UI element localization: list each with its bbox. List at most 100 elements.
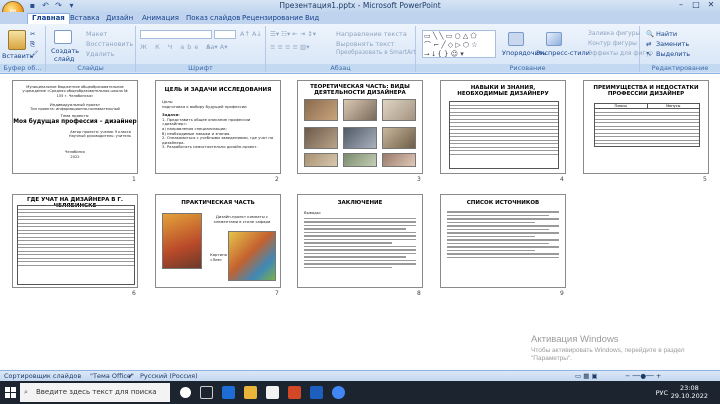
- copy-icon[interactable]: ⎘: [30, 40, 35, 49]
- slide-3-photo-9: [382, 153, 416, 167]
- cortana-icon[interactable]: [180, 387, 191, 398]
- text-direction-button[interactable]: Направление текста: [336, 30, 407, 38]
- search-icon: ⌕: [24, 388, 28, 396]
- slide-8[interactable]: ЗАКЛЮЧЕНИЕ Выводы:: [297, 194, 423, 288]
- slide-number-4: 4: [560, 176, 564, 183]
- arrange-icon[interactable]: [508, 32, 524, 46]
- new-slide-icon[interactable]: [54, 30, 72, 44]
- spellcheck-icon[interactable]: ✔: [128, 372, 133, 380]
- align-text-button[interactable]: Выровнять текст: [336, 40, 394, 48]
- slide-3[interactable]: ТЕОРЕТИЧЕСКАЯ ЧАСТЬ: ВИДЫ ДЕЯТЕЛЬНОСТИ Д…: [297, 80, 423, 174]
- new-slide-button[interactable]: Создать: [51, 47, 79, 55]
- slide-4-table: [449, 101, 559, 169]
- taskbar-clock[interactable]: 23:08 29.10.2022: [671, 384, 708, 400]
- slide-7-caption-1: Дизайн-проект комнаты с элементами в сти…: [213, 214, 271, 224]
- format-painter-icon[interactable]: 🖌: [30, 50, 38, 58]
- group-paragraph: ☰▾ ☷▾ ⇤ ⇥ ↕▾ ≡ ≡ ≡ ≡ ▥▾ Направление текс…: [266, 26, 416, 72]
- paste-button[interactable]: Вставить: [2, 52, 33, 60]
- slide-6[interactable]: ГДЕ УЧАТ НА ДИЗАЙНЕРА В Г. ЧЕЛЯБИНСКЕ: [12, 194, 138, 288]
- font-name-combo[interactable]: [140, 30, 212, 39]
- zoom-slider[interactable]: − ──●── +: [625, 372, 661, 380]
- slide-3-photo-6: [382, 127, 416, 149]
- slide-8-title: ЗАКЛЮЧЕНИЕ: [337, 200, 383, 206]
- quick-styles-icon[interactable]: [546, 32, 562, 46]
- chrome-icon[interactable]: [332, 386, 345, 399]
- font-style-buttons[interactable]: Ж К Ч abe S: [140, 43, 214, 51]
- font-size-combo[interactable]: [214, 30, 236, 39]
- slide-1-topic: Моя будущая профессия – дизайнер: [13, 118, 137, 125]
- find-icon[interactable]: 🔍: [646, 30, 654, 38]
- ribbon-tabs: Главная Вставка Дизайн Анимация Показ сл…: [0, 12, 720, 24]
- slide-5-table: Плюсы Минусы: [594, 103, 700, 147]
- word-icon[interactable]: [310, 386, 323, 399]
- task-view-icon[interactable]: [200, 386, 213, 399]
- taskbar-search[interactable]: ⌕ Введите здесь текст для поиска: [20, 383, 170, 402]
- slide-2[interactable]: ЦЕЛЬ И ЗАДАЧИ ИССЛЕДОВАНИЯ Цель: подгото…: [155, 80, 281, 174]
- clock-time: 23:08: [680, 384, 699, 392]
- slide-7[interactable]: ПРАКТИЧЕСКАЯ ЧАСТЬ Дизайн-проект комнаты…: [155, 194, 281, 288]
- minimize-icon[interactable]: –: [674, 0, 688, 10]
- input-language[interactable]: РУС: [656, 389, 668, 397]
- shape-fill-button[interactable]: Заливка фигуры: [588, 30, 640, 37]
- editing-label: Редактирование: [640, 64, 720, 72]
- slide-1[interactable]: Муниципальное бюджетное общеобразователь…: [12, 80, 138, 174]
- smartart-button[interactable]: Преобразовать в SmartArt: [336, 50, 416, 56]
- quick-styles-button[interactable]: Экспресс-стили: [536, 49, 590, 57]
- status-bar: Сортировщик слайдов "Тема Office" ✔ Русс…: [0, 370, 720, 381]
- group-editing: 🔍 Найти ⇄ Заменить ↖ Выделить Редактиров…: [640, 26, 720, 72]
- slide-8-conclusions: Выводы:: [304, 210, 322, 215]
- delete-button[interactable]: Удалить: [86, 50, 114, 58]
- slide-4[interactable]: НАВЫКИ И ЗНАНИЯ, НЕОБХОДИМЫЕ ДИЗАЙНЕРУ: [440, 80, 566, 174]
- activation-watermark-title: Активация Windows: [531, 334, 619, 345]
- reset-button[interactable]: Восстановить: [86, 40, 133, 48]
- tab-design[interactable]: Дизайн: [106, 14, 133, 22]
- slide-number-1: 1: [132, 176, 136, 183]
- view-buttons[interactable]: ▭ ▦ ▣: [575, 372, 598, 380]
- edge-icon[interactable]: [222, 386, 235, 399]
- slide-3-photo-4: [304, 127, 338, 149]
- paragraph-label: Абзац: [266, 64, 415, 72]
- replace-button[interactable]: Заменить: [656, 40, 689, 48]
- find-button[interactable]: Найти: [656, 30, 677, 38]
- tab-slideshow[interactable]: Показ слайдов: [186, 14, 240, 22]
- slide-sorter: Муниципальное бюджетное общеобразователь…: [0, 74, 720, 370]
- slide-2-line-2: подготовка к выбору будущей профессии: [162, 103, 247, 109]
- maximize-icon[interactable]: □: [689, 0, 703, 10]
- slide-5-col-cons: Минусы: [646, 104, 700, 108]
- tab-home[interactable]: Главная: [27, 13, 70, 24]
- grow-font-icon[interactable]: A↑ A↓: [240, 30, 262, 38]
- replace-icon[interactable]: ⇄: [646, 40, 651, 48]
- store-icon[interactable]: [266, 386, 279, 399]
- slide-9[interactable]: СПИСОК ИСТОЧНИКОВ: [440, 194, 566, 288]
- slide-number-8: 8: [417, 290, 421, 297]
- close-icon[interactable]: ✕: [704, 0, 718, 10]
- tab-view[interactable]: Вид: [305, 14, 319, 22]
- group-drawing: ▭ ╲ ╲ ▭ ○ △ ⬠ ⌒ ⌐ ╱ ◇ ▷ ⬡ ☆ ⭢ ⭣ { } ☺ ▾ Уп…: [416, 26, 653, 72]
- paste-icon[interactable]: [8, 30, 26, 50]
- explorer-icon[interactable]: [244, 386, 257, 399]
- new-slide-label2: слайд: [54, 55, 75, 63]
- slide-5[interactable]: ПРЕИМУЩЕСТВА И НЕДОСТАТКИ ПРОФЕССИИ ДИЗА…: [583, 80, 709, 174]
- select-button[interactable]: Выделить: [656, 50, 690, 58]
- tab-animation[interactable]: Анимация: [142, 14, 179, 22]
- status-language[interactable]: Русский (Россия): [140, 372, 198, 380]
- start-button[interactable]: [0, 381, 20, 404]
- layout-button[interactable]: Макет: [86, 30, 107, 38]
- tab-insert[interactable]: Вставка: [70, 14, 100, 22]
- shape-outline-button[interactable]: Контур фигуры: [588, 40, 637, 47]
- slide-7-room-render: [228, 231, 276, 281]
- group-font: A↑ A↓ Ж К Ч abe S Aa▾ A▾ Шрифт: [136, 26, 266, 72]
- list-icons[interactable]: ☰▾ ☷▾ ⇤ ⇥ ↕▾: [270, 30, 316, 38]
- font-color-icon[interactable]: Aa▾ A▾: [206, 43, 227, 51]
- tab-review[interactable]: Рецензирование: [242, 14, 303, 22]
- cut-icon[interactable]: ✂: [30, 30, 35, 38]
- taskbar-search-placeholder: Введите здесь текст для поиска: [36, 388, 157, 396]
- title-bar: ⊞ ▪ ↶ ↷ ▾ Презентация1.pptx - Microsoft …: [0, 0, 720, 23]
- align-icons[interactable]: ≡ ≡ ≡ ≡ ▥▾: [270, 43, 309, 51]
- select-icon[interactable]: ↖: [646, 50, 651, 58]
- powerpoint-icon[interactable]: [288, 386, 301, 399]
- window-controls: – □ ✕: [674, 0, 718, 10]
- slide-1-year: 2022: [70, 154, 80, 159]
- drawing-label: Рисование: [416, 64, 639, 72]
- shapes-gallery[interactable]: ▭ ╲ ╲ ▭ ○ △ ⬠ ⌒ ⌐ ╱ ◇ ▷ ⬡ ☆ ⭢ ⭣ { } ☺ ▾: [422, 30, 496, 58]
